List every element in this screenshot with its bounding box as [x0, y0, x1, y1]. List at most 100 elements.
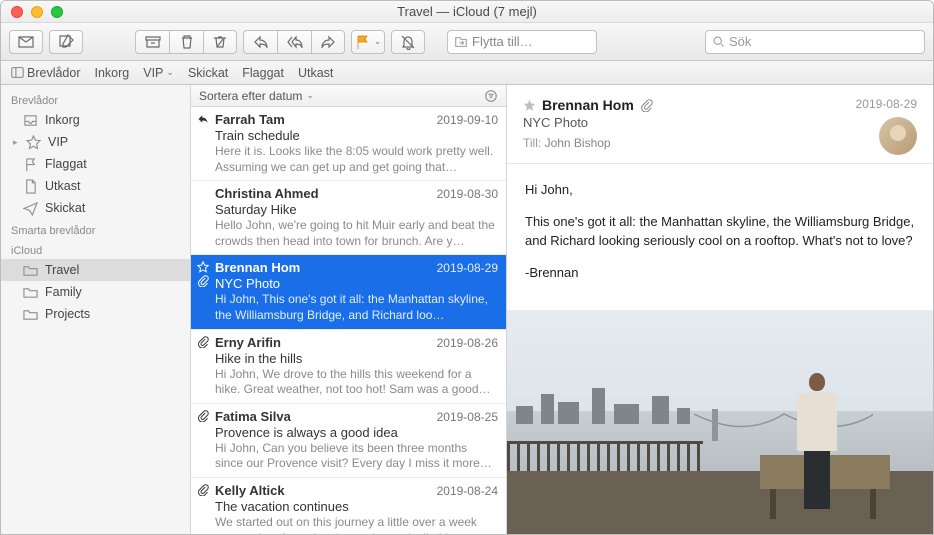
fav-flagged[interactable]: Flaggat	[242, 66, 284, 80]
sidebar-item-travel[interactable]: Travel	[1, 259, 190, 281]
row-preview: Hello John, we're going to hit Muir earl…	[215, 218, 498, 249]
get-mail-button[interactable]	[9, 30, 43, 54]
reply-button[interactable]	[243, 30, 277, 54]
row-date: 2019-08-25	[437, 410, 498, 424]
titlebar: Travel — iCloud (7 mejl)	[1, 1, 933, 23]
flag-button[interactable]: ⌄	[351, 30, 385, 54]
delete-button[interactable]	[169, 30, 203, 54]
chevron-down-icon: ⌄	[374, 36, 382, 47]
sidebar-item-label: Utkast	[45, 179, 80, 193]
reply-icon	[253, 34, 269, 50]
trash-icon	[179, 34, 195, 50]
sidebar-item-sent[interactable]: Skickat	[1, 197, 190, 219]
row-preview: Hi John, This one's got it all: the Manh…	[215, 292, 498, 323]
message-row[interactable]: Christina Ahmed2019-08-30Saturday HikeHe…	[191, 181, 506, 255]
fav-mailboxes[interactable]: Brevlådor	[11, 66, 81, 80]
row-indicators	[195, 484, 211, 496]
toolbar: ⌄ Flytta till… Sök	[1, 23, 933, 61]
filter-icon[interactable]	[484, 89, 498, 103]
message-row[interactable]: Farrah Tam2019-09-10Train scheduleHere i…	[191, 107, 506, 181]
message-row[interactable]: Brennan Hom2019-08-29NYC PhotoHi John, T…	[191, 255, 506, 329]
sidebar-item-label: Skickat	[45, 201, 85, 215]
sidebar-heading-icloud: iCloud	[1, 239, 190, 259]
fav-drafts[interactable]: Utkast	[298, 66, 333, 80]
row-preview: Hi John, We drove to the hills this week…	[215, 367, 498, 398]
sidebar-item-label: Inkorg	[45, 113, 80, 127]
row-date: 2019-08-30	[437, 187, 498, 201]
header-sender: Brennan Hom	[542, 97, 634, 113]
reading-pane: Brennan Hom NYC Photo Till: John Bishop …	[507, 85, 933, 534]
body-greeting: Hi John,	[525, 180, 915, 200]
row-subject: Train schedule	[215, 128, 498, 143]
sidebar-item-drafts[interactable]: Utkast	[1, 175, 190, 197]
paperclip-icon	[197, 484, 209, 496]
row-sender: Farrah Tam	[215, 112, 285, 127]
sidebar-item-flagged[interactable]: Flaggat	[1, 153, 190, 175]
forward-button[interactable]	[311, 30, 345, 54]
search-icon	[712, 35, 725, 48]
move-to-placeholder: Flytta till…	[472, 34, 533, 49]
search-field[interactable]: Sök	[705, 30, 925, 54]
row-sender: Kelly Altick	[215, 483, 285, 498]
fav-sent[interactable]: Skickat	[188, 66, 228, 80]
paperplane-icon	[23, 201, 38, 216]
move-to-field[interactable]: Flytta till…	[447, 30, 597, 54]
fav-inbox[interactable]: Inkorg	[95, 66, 130, 80]
row-date: 2019-08-24	[437, 484, 498, 498]
mute-button[interactable]	[391, 30, 425, 54]
paperclip-icon	[640, 99, 653, 112]
fav-sent-label: Skickat	[188, 66, 228, 80]
flag-icon	[355, 34, 371, 50]
sidebar-item-inbox[interactable]: Inkorg	[1, 109, 190, 131]
compose-icon	[58, 34, 74, 50]
paperclip-icon	[197, 336, 209, 348]
to-label: Till:	[523, 136, 541, 150]
mail-window: Travel — iCloud (7 mejl)	[0, 0, 934, 535]
row-subject: Provence is always a good idea	[215, 425, 498, 440]
window-title: Travel — iCloud (7 mejl)	[1, 4, 933, 19]
compose-button[interactable]	[49, 30, 83, 54]
vip-star-icon[interactable]	[523, 99, 536, 112]
attachment-image[interactable]	[507, 310, 933, 534]
chevron-down-icon: ⌄	[166, 67, 174, 78]
archive-button[interactable]	[135, 30, 169, 54]
message-list: Sortera efter datum ⌄ Farrah Tam2019-09-…	[191, 85, 507, 534]
message-body: Hi John, This one's got it all: the Manh…	[507, 164, 933, 310]
reply-all-button[interactable]	[277, 30, 311, 54]
row-subject: Saturday Hike	[215, 202, 498, 217]
fav-vip[interactable]: VIP⌄	[143, 66, 174, 80]
sidebar-item-family[interactable]: Family	[1, 281, 190, 303]
message-row[interactable]: Kelly Altick2019-08-24The vacation conti…	[191, 478, 506, 534]
folder-icon	[23, 263, 38, 278]
message-row[interactable]: Erny Arifin2019-08-26Hike in the hillsHi…	[191, 330, 506, 404]
sidebar-heading-mailboxes: Brevlådor	[1, 89, 190, 109]
envelope-icon	[18, 34, 34, 50]
message-row[interactable]: Fatima Silva2019-08-25Provence is always…	[191, 404, 506, 478]
sidebar-item-projects[interactable]: Projects	[1, 303, 190, 325]
body-text: This one's got it all: the Manhattan sky…	[525, 212, 915, 251]
sidebar-item-label: VIP	[48, 135, 68, 149]
paperclip-icon	[197, 410, 209, 422]
sidebar-toggle-icon	[11, 66, 24, 79]
sidebar: Brevlådor Inkorg ▸ VIP Flaggat Utkast Sk…	[1, 85, 191, 534]
header-date: 2019-08-29	[856, 97, 917, 111]
row-date: 2019-08-29	[437, 261, 498, 275]
junk-button[interactable]	[203, 30, 237, 54]
row-subject: Hike in the hills	[215, 351, 498, 366]
row-indicators	[195, 336, 211, 348]
folder-icon	[23, 307, 38, 322]
row-preview: Here it is. Looks like the 8:05 would wo…	[215, 144, 498, 175]
move-icon	[454, 35, 468, 49]
sort-label: Sortera efter datum	[199, 89, 302, 103]
flag-group: ⌄	[351, 30, 385, 54]
row-sender: Erny Arifin	[215, 335, 281, 350]
reply-group	[243, 30, 345, 54]
sidebar-item-label: Travel	[45, 263, 79, 277]
disclosure-triangle-icon[interactable]: ▸	[13, 137, 19, 148]
row-indicators	[195, 410, 211, 422]
sort-bar[interactable]: Sortera efter datum ⌄	[191, 85, 506, 107]
header-subject: NYC Photo	[523, 115, 846, 130]
flag-icon	[23, 157, 38, 172]
star-icon	[26, 135, 41, 150]
sidebar-item-vip[interactable]: ▸ VIP	[1, 131, 190, 153]
